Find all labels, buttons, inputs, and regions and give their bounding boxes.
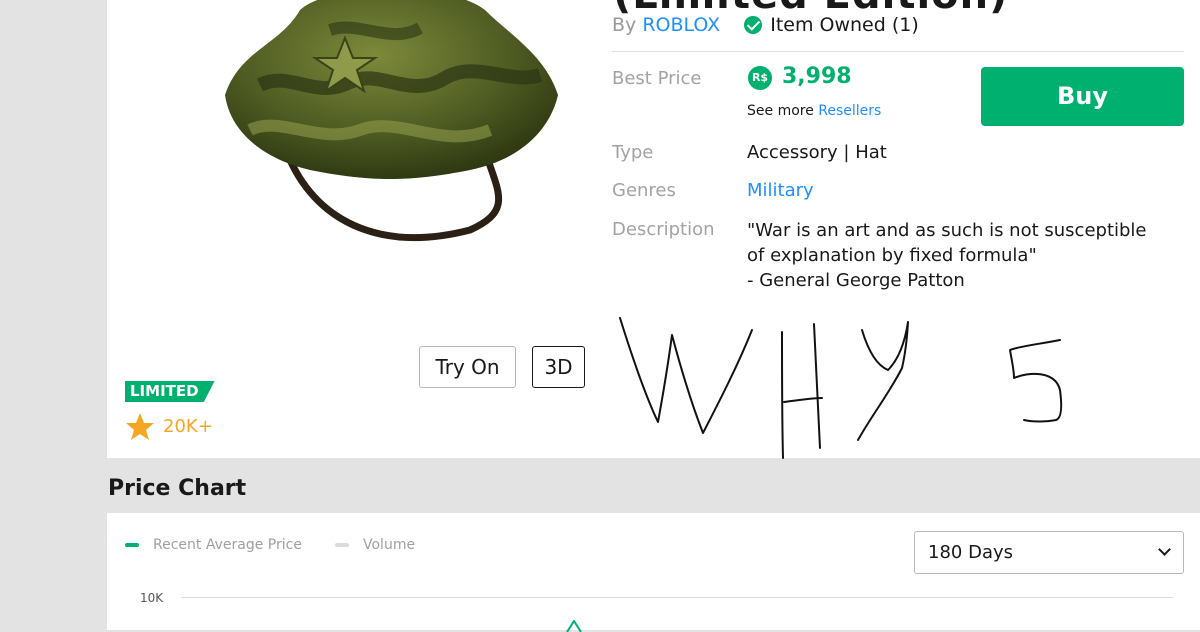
resellers-row: See more Resellers <box>747 103 881 119</box>
item-thumbnail <box>225 0 558 241</box>
y-tick-label: 10K <box>140 591 164 605</box>
favorites-count: 20K+ <box>163 416 213 437</box>
star-icon[interactable] <box>125 412 155 442</box>
period-selected-value: 180 Days <box>928 542 1013 563</box>
3d-view-button[interactable]: 3D <box>532 346 585 388</box>
buy-button[interactable]: Buy <box>981 67 1184 126</box>
check-circle-icon <box>744 16 763 34</box>
type-label: Type <box>612 142 654 163</box>
owned-status: Item Owned (1) <box>770 14 919 36</box>
period-select[interactable]: 180 Days <box>914 531 1184 574</box>
resellers-link[interactable]: Resellers <box>818 103 881 119</box>
left-gutter <box>0 0 107 630</box>
legend-average-price-label: Recent Average Price <box>153 537 302 553</box>
chart-gridline <box>181 597 1173 598</box>
description-label: Description <box>612 219 715 240</box>
best-price-label: Best Price <box>612 68 702 89</box>
legend-average-price[interactable]: Recent Average Price <box>125 537 302 553</box>
description-text: "War is an art and as such is not suscep… <box>747 220 1147 291</box>
gray-dash-icon <box>335 543 349 547</box>
chevron-down-icon <box>1158 543 1171 556</box>
price-chart-heading: Price Chart <box>108 476 247 501</box>
creator-link[interactable]: ROBLOX <box>642 14 720 36</box>
limited-badge: LIMITED <box>125 381 215 402</box>
type-value: Accessory | Hat <box>747 142 887 163</box>
genres-label: Genres <box>612 180 676 201</box>
legend-volume-label: Volume <box>363 537 416 553</box>
divider <box>612 51 1184 52</box>
best-price-value: 3,998 <box>782 64 852 89</box>
handwritten-scribble <box>619 317 1063 459</box>
green-dash-icon <box>125 543 139 547</box>
try-on-button[interactable]: Try On <box>419 346 516 388</box>
see-more-label: See more <box>747 103 814 119</box>
price-line-peak <box>566 620 582 632</box>
legend-volume[interactable]: Volume <box>335 537 415 553</box>
creator-row: By ROBLOX Item Owned (1) <box>612 14 919 36</box>
robux-icon: R$ <box>748 66 772 90</box>
by-label: By <box>612 14 637 36</box>
genre-link[interactable]: Military <box>747 180 814 201</box>
